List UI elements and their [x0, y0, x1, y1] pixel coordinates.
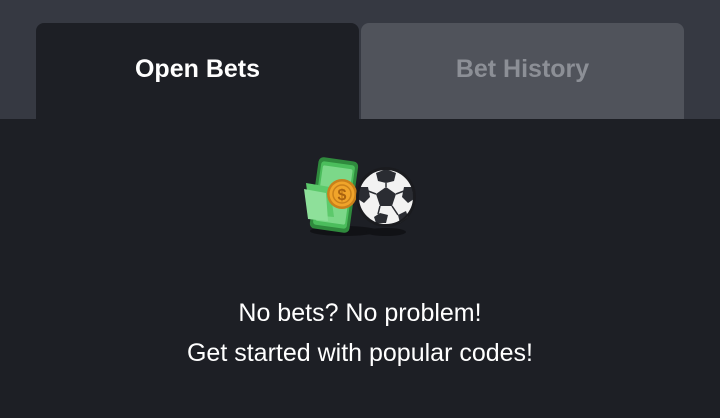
tab-bet-history-label: Bet History — [455, 54, 590, 83]
bets-tab-bar: Open Bets Bet History — [0, 0, 720, 119]
open-bets-panel: $ No bets? No problem! Get started with … — [0, 119, 720, 418]
svg-text:$: $ — [338, 187, 347, 204]
tab-bet-history[interactable]: Bet History — [361, 23, 684, 119]
money-phone-icon: $ — [304, 157, 359, 233]
tab-open-bets-label: Open Bets — [134, 54, 261, 83]
soccer-ball-icon — [356, 167, 416, 227]
empty-state-illustration: $ — [300, 153, 424, 237]
empty-state-title: No bets? No problem! — [238, 299, 482, 327]
empty-state-subtitle: Get started with popular codes! — [186, 339, 534, 367]
tab-open-bets[interactable]: Open Bets — [36, 23, 359, 119]
